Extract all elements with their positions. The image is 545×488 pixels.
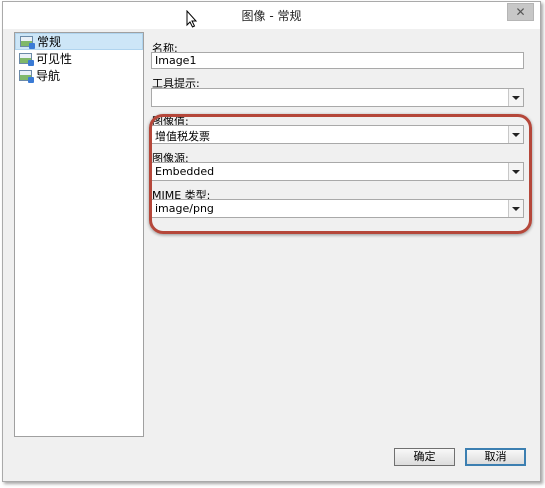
nav-item-label: 可见性 [36, 52, 73, 66]
chevron-down-icon [512, 95, 520, 100]
image-icon [19, 70, 34, 83]
cancel-button[interactable]: 取消 [465, 448, 526, 466]
mouse-pointer-icon [186, 10, 198, 28]
tooltip-dropdown-button[interactable] [508, 89, 523, 106]
name-input[interactable]: Image1 [151, 52, 524, 69]
close-button[interactable]: ✕ [507, 3, 534, 21]
window-title: 图像 - 常规 [241, 9, 302, 23]
dialog-window: 图像 - 常规 ✕ 常规 可见性 导航 名称: Image1 工具提示: 图像值… [2, 1, 541, 482]
category-list: 常规 可见性 导航 [14, 32, 144, 437]
nav-item-label: 常规 [37, 35, 62, 49]
image-icon [19, 53, 34, 66]
ok-button[interactable]: 确定 [394, 448, 455, 466]
annotation-highlight-box [149, 114, 532, 234]
nav-item-visibility[interactable]: 可见性 [15, 50, 143, 67]
nav-item-navigation[interactable]: 导航 [15, 67, 143, 84]
dialog-body: 常规 可见性 导航 名称: Image1 工具提示: 图像值: 增值税发票 图像… [11, 30, 532, 473]
image-icon [20, 36, 35, 49]
close-icon: ✕ [515, 5, 526, 19]
nav-item-label: 导航 [36, 69, 61, 83]
title-bar[interactable]: 图像 - 常规 ✕ [3, 2, 540, 29]
nav-item-general[interactable]: 常规 [15, 33, 143, 50]
tooltip-combo[interactable] [151, 88, 524, 107]
